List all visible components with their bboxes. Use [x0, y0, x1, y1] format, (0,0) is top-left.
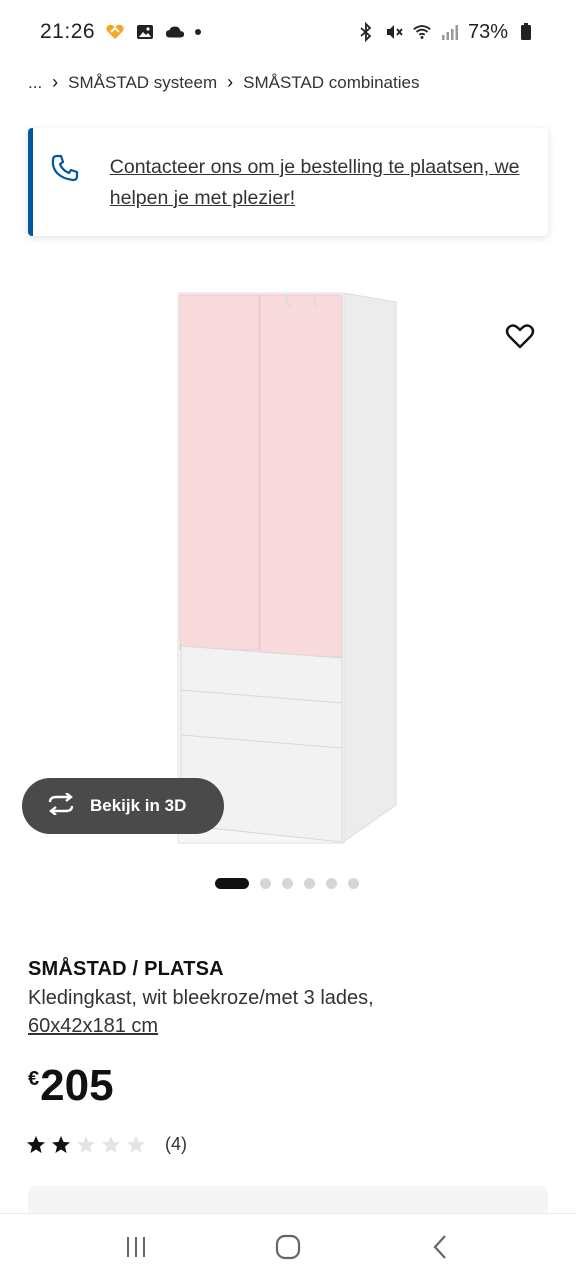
product-description: Kledingkast, wit bleekroze/met 3 lades, — [28, 987, 374, 1009]
star-filled-icon — [27, 1135, 45, 1153]
product-rating[interactable]: (4) — [26, 1134, 187, 1155]
image-icon — [135, 22, 155, 42]
recent-apps-icon[interactable] — [106, 1222, 166, 1272]
carousel-dot[interactable] — [304, 878, 315, 889]
view-3d-label: Bekijk in 3D — [90, 796, 187, 815]
back-icon[interactable] — [410, 1222, 470, 1272]
home-icon[interactable] — [258, 1222, 318, 1272]
carousel-dot[interactable] — [348, 878, 359, 889]
view-3d-button[interactable]: Bekijk in 3D — [22, 778, 224, 834]
carousel-dot[interactable] — [282, 878, 293, 889]
star-empty-icon — [127, 1135, 145, 1153]
price-currency: € — [28, 1068, 40, 1090]
favorite-heart-icon[interactable] — [504, 320, 536, 352]
product-size-link[interactable]: 60x42x181 cm — [28, 1015, 158, 1038]
mute-icon — [384, 22, 404, 42]
price-value: 205 — [40, 1061, 114, 1110]
carousel-indicator — [215, 878, 359, 889]
breadcrumb-item-systeem[interactable]: SMÅSTAD systeem — [68, 73, 217, 93]
breadcrumb: ... › SMÅSTAD systeem › SMÅSTAD combinat… — [28, 72, 419, 93]
signal-icon — [440, 22, 460, 42]
bluetooth-icon — [356, 22, 376, 42]
star-empty-icon — [77, 1135, 95, 1153]
breadcrumb-ellipsis[interactable]: ... — [28, 73, 42, 93]
product-image[interactable] — [0, 280, 576, 860]
status-time: 21:26 — [40, 20, 96, 43]
battery-icon — [516, 22, 536, 42]
chevron-right-icon: › — [52, 72, 59, 92]
rotate-3d-icon — [46, 791, 76, 820]
product-name: SMÅSTAD / PLATSA — [28, 958, 224, 980]
breadcrumb-item-combinaties[interactable]: SMÅSTAD combinaties — [243, 73, 419, 93]
battery-percentage: 73% — [467, 20, 508, 43]
status-bar: 21:26 73% — [0, 0, 576, 64]
carousel-dot[interactable] — [326, 878, 337, 889]
carousel-dot[interactable] — [260, 878, 271, 889]
system-nav-bar — [0, 1213, 576, 1280]
chevron-right-icon: › — [227, 72, 234, 92]
carousel-dot-active[interactable] — [215, 878, 249, 889]
contact-link[interactable]: Contacteer ons om je bestelling te plaat… — [110, 152, 530, 236]
star-filled-icon — [52, 1135, 70, 1153]
heart-app-icon — [105, 22, 125, 42]
product-price: € 205 — [28, 1062, 114, 1110]
contact-banner: Contacteer ons om je bestelling te plaat… — [28, 128, 548, 236]
rating-count: (4) — [165, 1134, 187, 1154]
cloud-icon — [165, 22, 185, 42]
phone-icon — [51, 152, 82, 236]
wifi-icon — [412, 22, 432, 42]
dot-icon — [195, 29, 202, 35]
star-empty-icon — [102, 1135, 120, 1153]
